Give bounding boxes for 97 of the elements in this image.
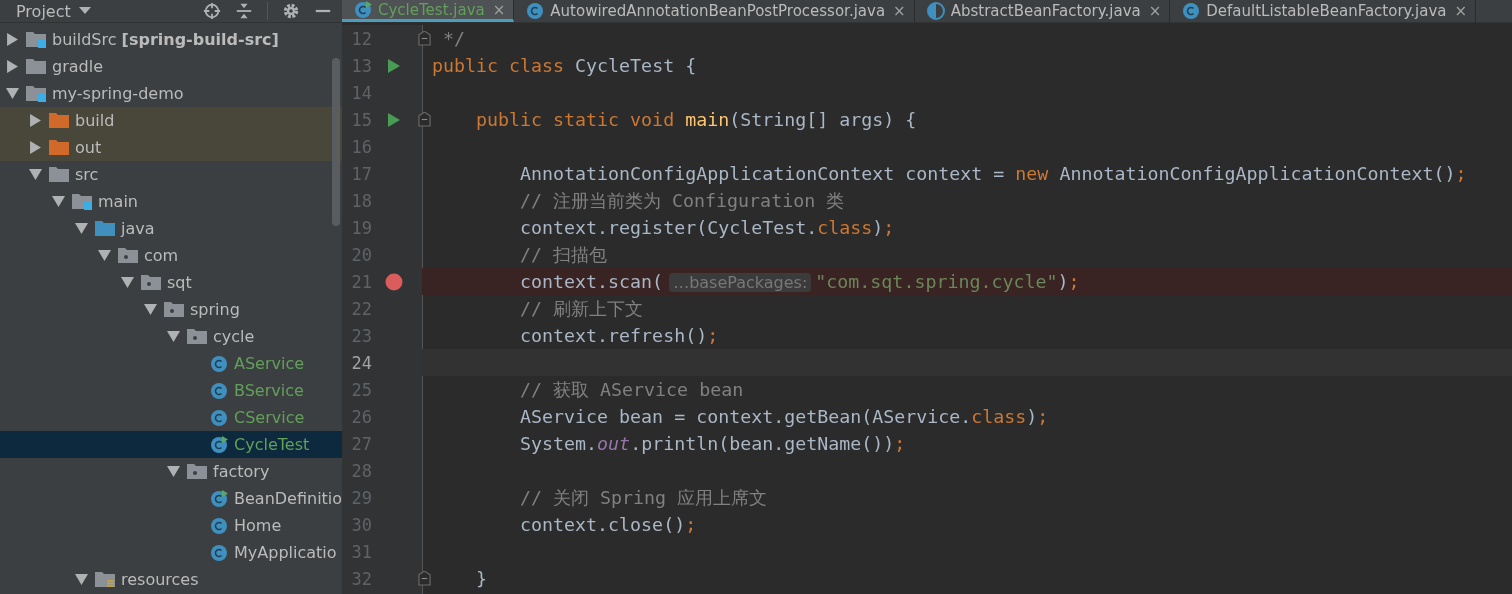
tree-item[interactable]: buildSrc [spring-build-src] — [0, 26, 342, 53]
expanded-arrow-icon[interactable] — [28, 168, 42, 181]
expanded-arrow-icon[interactable] — [143, 303, 157, 316]
tree-item[interactable]: CycleTest — [0, 431, 342, 458]
folder-icon — [187, 463, 207, 480]
editor-tab[interactable]: AutowiredAnnotationBeanPostProcessor.java × — [514, 0, 915, 22]
code-line: // 注册当前类为 Configuration 类 — [519, 189, 845, 213]
tree-item[interactable]: resources — [0, 566, 342, 593]
abstract-class-icon — [926, 2, 945, 20]
code-line: System.out.println(bean.getName()); — [519, 433, 906, 454]
expanded-arrow-icon[interactable] — [97, 249, 111, 262]
breakpoint-icon[interactable] — [385, 272, 403, 291]
folder-icon — [187, 328, 207, 345]
close-icon[interactable]: × — [1454, 2, 1468, 20]
tree-item[interactable]: CService — [0, 404, 342, 431]
close-icon[interactable]: × — [1148, 2, 1162, 20]
tree-item[interactable]: out — [0, 134, 342, 161]
code-line: public class CycleTest { — [432, 55, 697, 76]
tree-item[interactable]: spring — [0, 296, 342, 323]
collapse-icon[interactable] — [235, 2, 253, 20]
collapsed-arrow-icon[interactable] — [5, 60, 19, 73]
run-icon[interactable] — [388, 112, 400, 127]
class-icon — [210, 381, 228, 400]
folder-icon — [164, 301, 184, 318]
folder-icon — [95, 571, 115, 588]
folder-icon — [49, 166, 69, 183]
class-icon — [526, 2, 545, 20]
class-icon — [210, 435, 228, 454]
folder-icon — [49, 139, 69, 156]
folder-icon — [118, 247, 138, 264]
tree-item[interactable]: sqt — [0, 269, 342, 296]
tree-item[interactable]: my-spring-demo — [0, 80, 342, 107]
class-icon — [1182, 2, 1201, 20]
code-line: */ — [442, 28, 466, 49]
expanded-arrow-icon[interactable] — [5, 87, 19, 100]
class-icon — [354, 0, 372, 19]
fold-icon[interactable] — [417, 112, 431, 127]
expanded-arrow-icon[interactable] — [166, 330, 180, 343]
code-line: // 关闭 Spring 应用上席文 — [519, 486, 768, 510]
code-line: AService bean = context.getBean(AService.class); — [519, 406, 1049, 427]
expanded-arrow-icon[interactable] — [74, 222, 88, 235]
expanded-arrow-icon[interactable] — [74, 573, 88, 586]
code-line: public static void main(String[] args) { — [475, 109, 917, 130]
class-icon — [210, 543, 228, 562]
tree-item[interactable]: MyApplicatio — [0, 539, 342, 566]
tree-item[interactable]: AService — [0, 350, 342, 377]
code-line: context.register(CycleTest.class); — [519, 217, 895, 238]
expanded-arrow-icon[interactable] — [51, 195, 65, 208]
settings-icon[interactable] — [282, 2, 300, 20]
tree-item[interactable]: gradle — [0, 53, 342, 80]
editor-tab[interactable]: DefaultListableBeanFactory.java × — [1170, 0, 1477, 22]
tree-item[interactable]: cycle — [0, 323, 342, 350]
class-icon — [210, 354, 228, 373]
tree-item[interactable]: Home — [0, 512, 342, 539]
editor-tab[interactable]: CycleTest.java × — [342, 0, 515, 22]
collapsed-arrow-icon[interactable] — [5, 33, 19, 46]
run-icon[interactable] — [388, 58, 400, 73]
code-line: // 获取 AService bean — [519, 378, 744, 402]
tree-item[interactable]: src — [0, 161, 342, 188]
class-icon — [210, 516, 228, 535]
code-line: // 扫描包 — [519, 243, 608, 267]
code-line: context.close(); — [519, 514, 697, 535]
tree-item[interactable]: java — [0, 215, 342, 242]
tree-item[interactable]: main — [0, 188, 342, 215]
code-line: AnnotationConfigApplicationContext context = new AnnotationConfigApplicationContext(); — [519, 163, 1467, 184]
folder-icon — [26, 58, 46, 75]
editor-tab[interactable]: AbstractBeanFactory.java × — [914, 0, 1171, 22]
code-line: } — [475, 568, 488, 589]
target-icon[interactable] — [203, 2, 221, 20]
dropdown-caret-icon[interactable] — [78, 7, 91, 15]
folder-icon — [26, 85, 46, 102]
class-icon — [210, 489, 228, 508]
tree-item[interactable]: com — [0, 242, 342, 269]
close-icon[interactable]: × — [893, 2, 906, 20]
panel-title[interactable]: Project — [16, 1, 71, 21]
folder-icon — [141, 274, 161, 291]
folder-icon — [49, 112, 69, 129]
expanded-arrow-icon[interactable] — [120, 276, 134, 289]
folder-icon — [26, 31, 46, 48]
tree-item[interactable]: BService — [0, 377, 342, 404]
collapsed-arrow-icon[interactable] — [28, 114, 42, 127]
class-icon — [210, 408, 228, 427]
scrollbar[interactable] — [332, 58, 340, 226]
tree-item[interactable]: factory — [0, 458, 342, 485]
tree-item[interactable]: build — [0, 107, 342, 134]
expanded-arrow-icon[interactable] — [166, 465, 180, 478]
tree-item[interactable]: BeanDefinitio — [0, 485, 342, 512]
fold-icon[interactable] — [417, 31, 431, 46]
code-line: // 刷新上下文 — [519, 297, 644, 321]
code-line: context.refresh(); — [519, 325, 719, 346]
folder-icon — [95, 220, 115, 237]
code-line: context.scan( …basePackages: "com.sqt.spring.cycle"); — [519, 271, 1080, 292]
close-icon[interactable]: × — [492, 0, 506, 19]
fold-icon[interactable] — [417, 571, 431, 586]
folder-icon — [72, 193, 92, 210]
line-number: 24 — [350, 352, 372, 373]
collapsed-arrow-icon[interactable] — [28, 141, 42, 154]
